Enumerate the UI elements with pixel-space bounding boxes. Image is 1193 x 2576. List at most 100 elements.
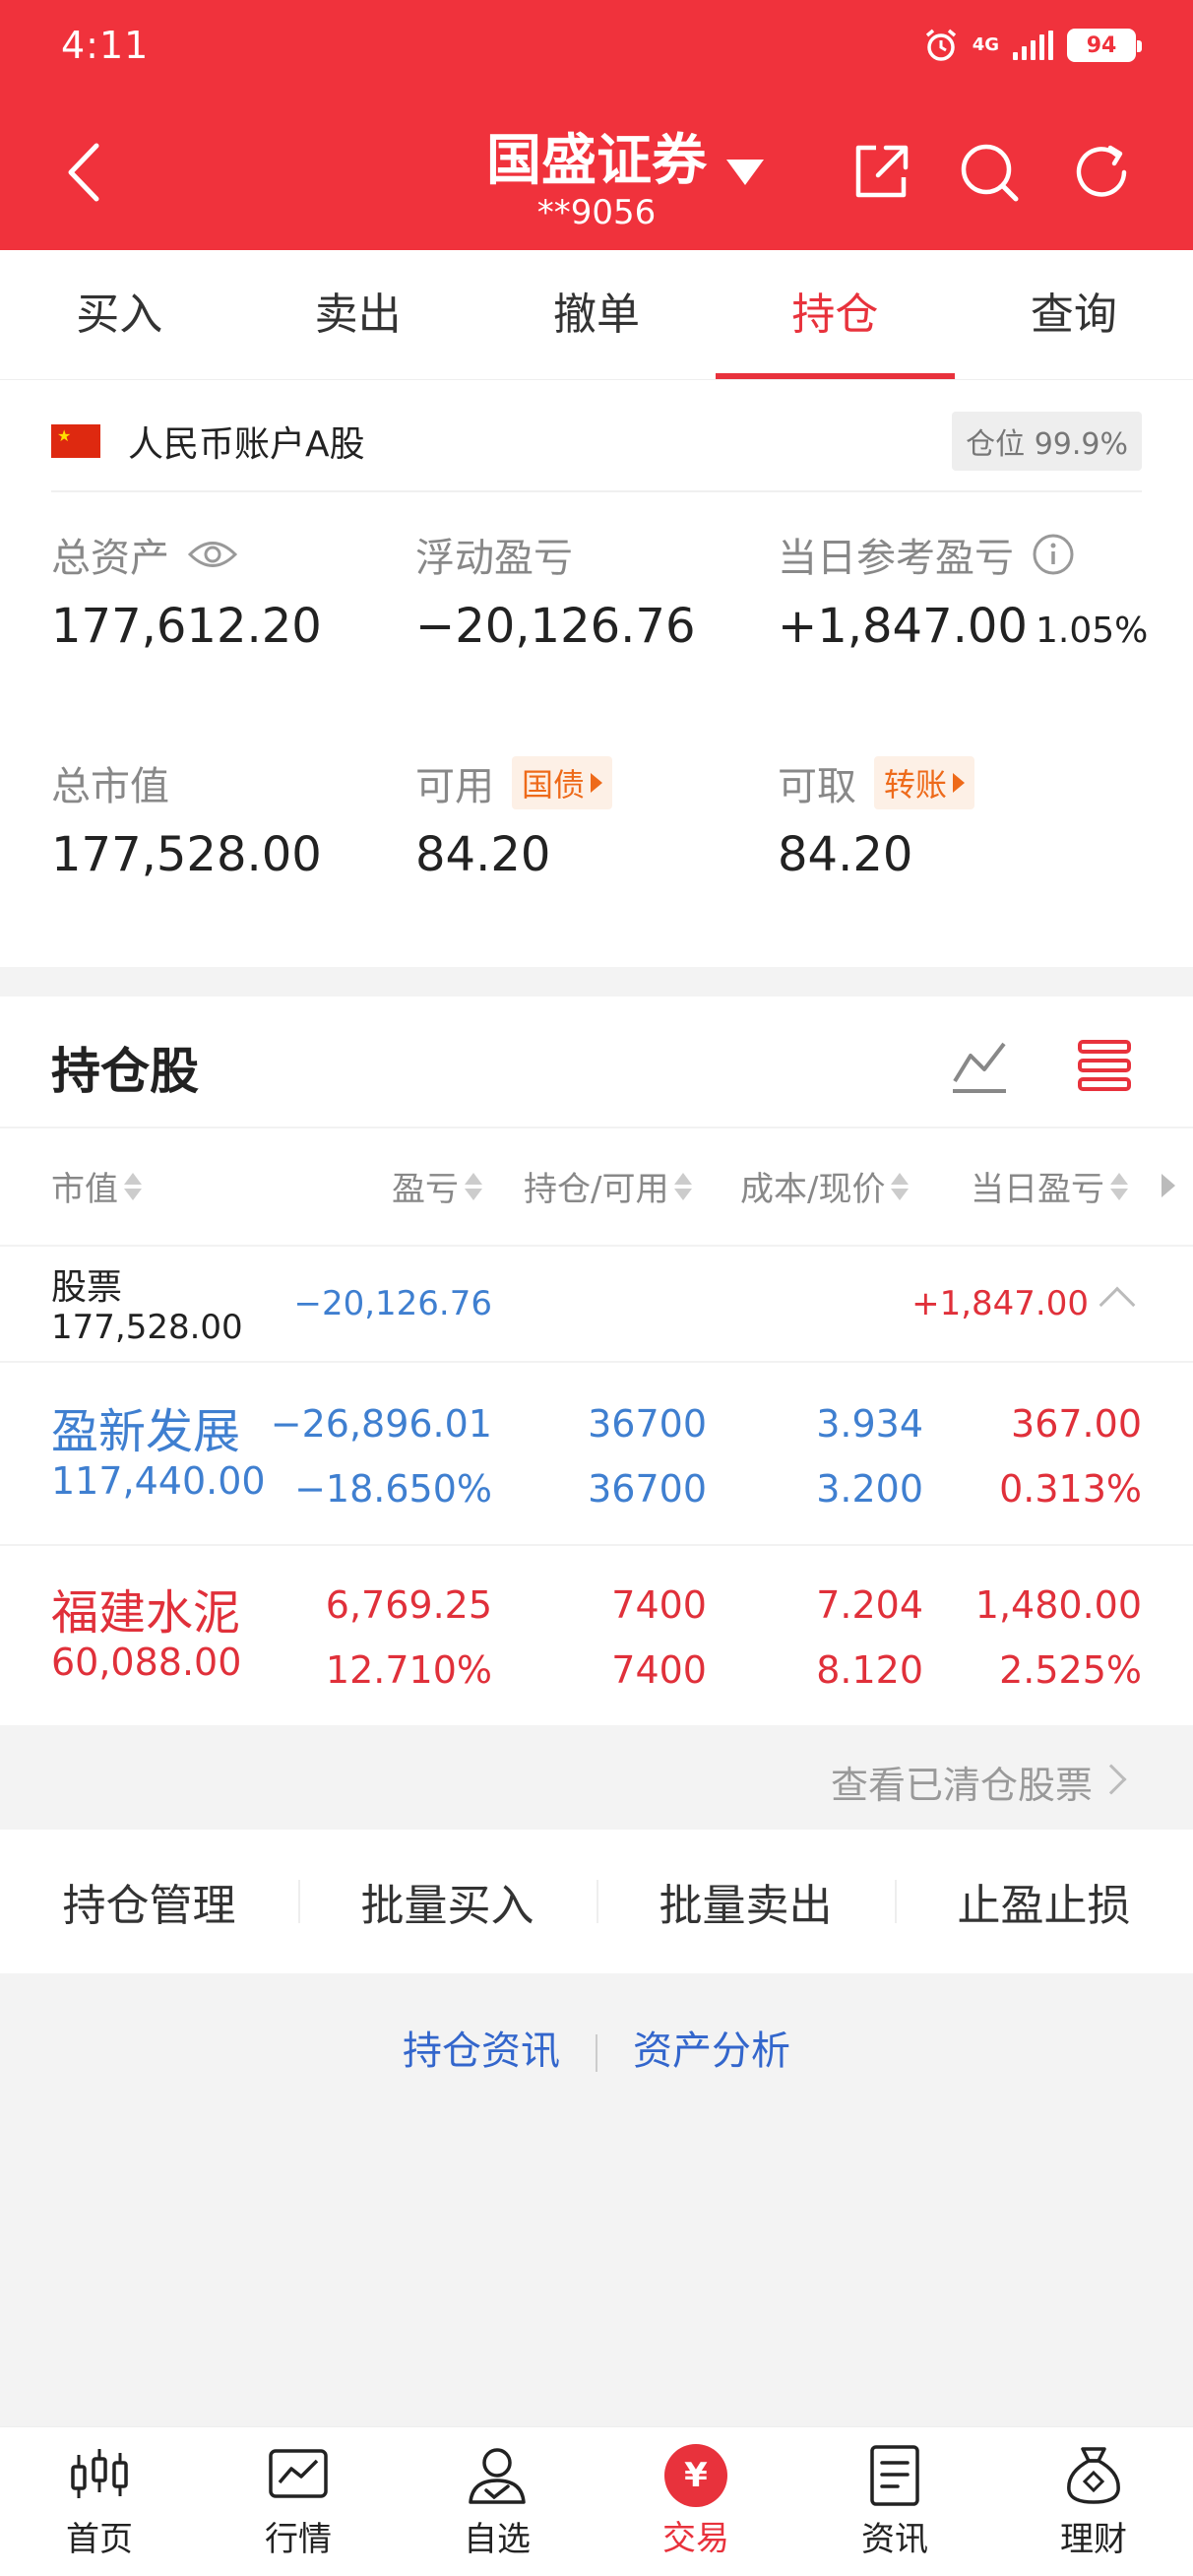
- list-view-icon[interactable]: [1077, 1038, 1132, 1093]
- collapse-icon[interactable]: [1099, 1286, 1136, 1323]
- tab-sell[interactable]: 卖出: [238, 250, 476, 379]
- column-label: 盈亏: [392, 1170, 459, 1209]
- column-position[interactable]: 持仓/可用: [524, 1162, 693, 1210]
- transfer-label: 转账: [884, 766, 948, 804]
- refresh-icon[interactable]: [1069, 140, 1134, 205]
- yuan-icon: ¥: [664, 2444, 727, 2507]
- column-daily-pl[interactable]: 当日盈亏: [971, 1162, 1128, 1210]
- account-type-row[interactable]: ★ 人民币账户A股: [51, 416, 365, 467]
- holdings-actions: 持仓管理 批量买入 批量卖出 止盈止损: [0, 1830, 1193, 1973]
- account-summary: ★ 人民币账户A股 仓位 99.9% 总资产 177,612.20 浮动盈亏 −…: [0, 380, 1193, 967]
- stock-position: 36700: [588, 1402, 707, 1446]
- summary-market-value: 177,528.00: [51, 1308, 243, 1347]
- stock-pl-percent: −18.650%: [294, 1467, 492, 1511]
- batch-sell-button[interactable]: 批量卖出: [596, 1870, 895, 1933]
- treasury-bond-button[interactable]: 国债: [512, 756, 613, 809]
- triangle-right-icon: [591, 773, 603, 793]
- floating-pl-value: −20,126.76: [415, 599, 696, 654]
- available-funds: 可用 国债 84.20: [415, 756, 613, 882]
- network-label: 4G: [972, 34, 999, 55]
- floating-pl-label: 浮动盈亏: [415, 536, 573, 581]
- total-assets-label: 总资产: [51, 536, 169, 581]
- tab-positions[interactable]: 持仓: [716, 250, 956, 379]
- treasury-bond-label: 国债: [522, 766, 586, 804]
- nav-label: 首页: [66, 2520, 133, 2559]
- sort-icon: [891, 1172, 910, 1200]
- stock-price: 8.120: [816, 1648, 923, 1692]
- withdrawable-value: 84.20: [778, 827, 913, 882]
- holdings-news-link[interactable]: 持仓资讯: [403, 2019, 560, 2076]
- eye-icon[interactable]: [187, 538, 238, 571]
- column-label: 成本/现价: [740, 1170, 886, 1209]
- alarm-icon: [925, 29, 956, 61]
- tab-query[interactable]: 查询: [955, 250, 1193, 379]
- search-icon[interactable]: [957, 140, 1022, 205]
- share-icon[interactable]: [848, 140, 913, 205]
- nav-label: 资讯: [861, 2520, 928, 2559]
- sort-icon: [124, 1172, 142, 1200]
- document-icon: [870, 2445, 919, 2506]
- tab-buy[interactable]: 买入: [0, 250, 238, 379]
- cleared-stocks-link[interactable]: 查看已清仓股票: [0, 1725, 1193, 1830]
- column-pl[interactable]: 盈亏: [392, 1162, 482, 1210]
- nav-label: 理财: [1060, 2520, 1127, 2559]
- divider: [51, 490, 1142, 492]
- divider: [596, 2034, 597, 2072]
- nav-home[interactable]: 首页: [0, 2427, 199, 2576]
- battery-icon: 94: [1067, 29, 1142, 62]
- batch-buy-button[interactable]: 批量买入: [298, 1870, 596, 1933]
- info-icon[interactable]: [1032, 533, 1075, 576]
- scroll-right-icon[interactable]: [1162, 1174, 1175, 1197]
- caret-down-icon: [726, 160, 764, 185]
- column-label: 持仓/可用: [524, 1170, 669, 1209]
- position-ratio-badge: 仓位 99.9%: [952, 412, 1142, 471]
- summary-daily-pl: +1,847.00: [911, 1284, 1089, 1323]
- stock-daily-pl: 1,480.00: [974, 1583, 1142, 1627]
- sort-icon: [674, 1172, 693, 1200]
- stock-available: 7400: [611, 1648, 707, 1692]
- market-value: 总市值 177,528.00: [51, 756, 322, 882]
- candlestick-icon: [71, 2449, 128, 2498]
- divider: [0, 1544, 1193, 1546]
- status-icons: 4G 94: [923, 28, 1142, 63]
- available-value: 84.20: [415, 827, 551, 882]
- floating-pl: 浮动盈亏 −20,126.76: [415, 528, 696, 654]
- stop-profit-loss-button[interactable]: 止盈止损: [895, 1870, 1193, 1933]
- broker-name: 国盛证券: [486, 129, 707, 193]
- nav-news[interactable]: 资讯: [795, 2427, 994, 2576]
- nav-trade[interactable]: ¥ 交易: [596, 2427, 795, 2576]
- stock-price: 3.200: [816, 1467, 923, 1511]
- nav-label: 行情: [265, 2520, 332, 2559]
- position-management-button[interactable]: 持仓管理: [0, 1870, 298, 1933]
- nav-label: 自选: [464, 2520, 531, 2559]
- stock-position: 7400: [611, 1583, 707, 1627]
- footer-links: 持仓资讯 资产分析: [0, 2019, 1193, 2076]
- holdings-section: 持仓股 市值 盈亏 持仓/可用 成本/现价 当日盈亏 股票 177,528.00…: [0, 997, 1193, 1725]
- stock-available: 36700: [588, 1467, 707, 1511]
- holdings-title: 持仓股: [51, 1043, 199, 1100]
- asset-analysis-link[interactable]: 资产分析: [633, 2019, 790, 2076]
- stock-cost: 3.934: [816, 1402, 923, 1446]
- column-label: 市值: [51, 1170, 118, 1209]
- trade-tabs: 买入 卖出 撤单 持仓 查询: [0, 250, 1193, 380]
- column-cost-price[interactable]: 成本/现价: [740, 1162, 910, 1210]
- market-value-value: 177,528.00: [51, 827, 322, 882]
- stock-name: 福建水泥: [51, 1585, 241, 1641]
- stock-name: 盈新发展: [51, 1404, 241, 1459]
- column-label: 当日盈亏: [971, 1170, 1104, 1209]
- divider: [0, 1127, 1193, 1128]
- column-market-value[interactable]: 市值: [51, 1162, 142, 1210]
- stock-pl: 6,769.25: [325, 1583, 492, 1627]
- daily-pl-value: +1,847.00: [778, 599, 1028, 654]
- daily-pl-label: 当日参考盈亏: [778, 536, 1014, 581]
- currency-account-label: 人民币账户A股: [128, 424, 365, 465]
- transfer-button[interactable]: 转账: [874, 756, 975, 809]
- nav-watchlist[interactable]: 自选: [398, 2427, 596, 2576]
- nav-label: 交易: [662, 2519, 729, 2558]
- nav-wealth[interactable]: 理财: [994, 2427, 1193, 2576]
- nav-market[interactable]: 行情: [199, 2427, 398, 2576]
- stock-daily-pl-percent: 2.525%: [999, 1648, 1142, 1692]
- tab-cancel[interactable]: 撤单: [477, 250, 716, 379]
- line-chart-icon[interactable]: [951, 1038, 1008, 1095]
- market-value-label: 总市值: [51, 764, 169, 809]
